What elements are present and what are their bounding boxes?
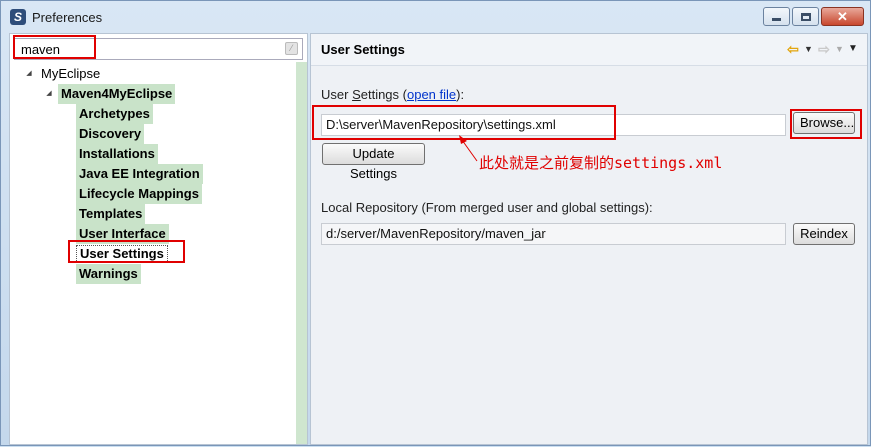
tree-node-label: Installations — [76, 144, 158, 164]
tree-node-label: Archetypes — [76, 104, 153, 124]
browse-button[interactable]: Browse... — [793, 112, 855, 134]
forward-dropdown-icon[interactable]: ▼ — [835, 41, 844, 57]
window-controls: ✕ — [761, 7, 864, 26]
tree-node-label: Templates — [76, 204, 146, 224]
myeclipse-logo-icon: S — [10, 9, 26, 25]
tree-node-user-settings[interactable]: User Settings — [76, 244, 168, 264]
tree-node-label: Warnings — [76, 264, 141, 284]
expanded-arrow-icon[interactable]: ◢ — [24, 64, 34, 84]
tree-scrollbar[interactable] — [296, 62, 307, 444]
close-icon: ✕ — [837, 8, 848, 24]
tree-node-maven4myeclipse[interactable]: ◢ Maven4MyEclipse — [44, 84, 176, 104]
page-title: User Settings — [321, 42, 405, 57]
tree-node-label: Java EE Integration — [76, 164, 203, 184]
user-settings-label: User Settings (open file): — [321, 87, 465, 102]
tree-node-archetypes[interactable]: Archetypes — [76, 104, 153, 124]
tree-node-java-ee-integration[interactable]: Java EE Integration — [76, 164, 203, 184]
page-nav: ⇦ ▼ ⇨ ▼ ▼ — [782, 41, 859, 57]
tree-node-label: Maven4MyEclipse — [58, 84, 176, 104]
annotation-text: 此处就是之前复制的settings.xml — [479, 154, 723, 172]
tree-node-label: User Interface — [76, 224, 169, 244]
back-dropdown-icon[interactable]: ▼ — [804, 41, 813, 57]
reindex-button[interactable]: Reindex — [793, 223, 855, 245]
window-title: Preferences — [32, 10, 103, 25]
close-button[interactable]: ✕ — [821, 7, 864, 26]
preferences-window: S Preferences ✕ ⁄ ◢ MyEclipse ◢ Maven4My… — [0, 0, 871, 446]
user-settings-field[interactable]: D:\server\MavenRepository\settings.xml — [321, 114, 786, 136]
maximize-icon — [800, 12, 811, 21]
tree-node-discovery[interactable]: Discovery — [76, 124, 145, 144]
local-repository-label: Local Repository (From merged user and g… — [321, 200, 653, 215]
minimize-icon — [772, 17, 781, 21]
tree-node-label: MyEclipse — [41, 66, 101, 81]
tree-node-label: Lifecycle Mappings — [76, 184, 202, 204]
forward-arrow-icon[interactable]: ⇨ — [816, 41, 832, 57]
expanded-arrow-icon[interactable]: ◢ — [44, 84, 54, 104]
tree-node-warnings[interactable]: Warnings — [76, 264, 141, 284]
tree-node-lifecycle-mappings[interactable]: Lifecycle Mappings — [76, 184, 202, 204]
maximize-button[interactable] — [792, 7, 819, 26]
local-repository-field: d:/server/MavenRepository/maven_jar — [321, 223, 786, 245]
tree-node-label: Discovery — [76, 124, 145, 144]
update-settings-button[interactable]: Update Settings — [322, 143, 425, 181]
clear-filter-icon[interactable]: ⁄ — [285, 42, 298, 55]
tree-node-installations[interactable]: Installations — [76, 144, 158, 164]
filter-input[interactable] — [15, 39, 275, 59]
page-header: User Settings ⇦ ▼ ⇨ ▼ ▼ — [311, 34, 867, 66]
preference-tree: ◢ MyEclipse ◢ Maven4MyEclipse Archetypes… — [10, 64, 296, 444]
minimize-button[interactable] — [763, 7, 790, 26]
tree-node-myeclipse[interactable]: ◢ MyEclipse — [24, 64, 103, 84]
back-arrow-icon[interactable]: ⇦ — [785, 41, 801, 57]
view-menu-icon[interactable]: ▼ — [847, 41, 859, 57]
settings-page: User Settings ⇦ ▼ ⇨ ▼ ▼ User Settings (o… — [310, 33, 868, 445]
title-bar: S Preferences ✕ — [1, 1, 870, 33]
tree-node-templates[interactable]: Templates — [76, 204, 146, 224]
open-file-link[interactable]: open file — [407, 87, 456, 102]
preference-tree-panel: ⁄ ◢ MyEclipse ◢ Maven4MyEclipse Archetyp… — [9, 33, 308, 445]
filter-box: ⁄ — [14, 38, 303, 60]
tree-node-user-interface[interactable]: User Interface — [76, 224, 169, 244]
tree-node-label: User Settings — [76, 245, 168, 263]
